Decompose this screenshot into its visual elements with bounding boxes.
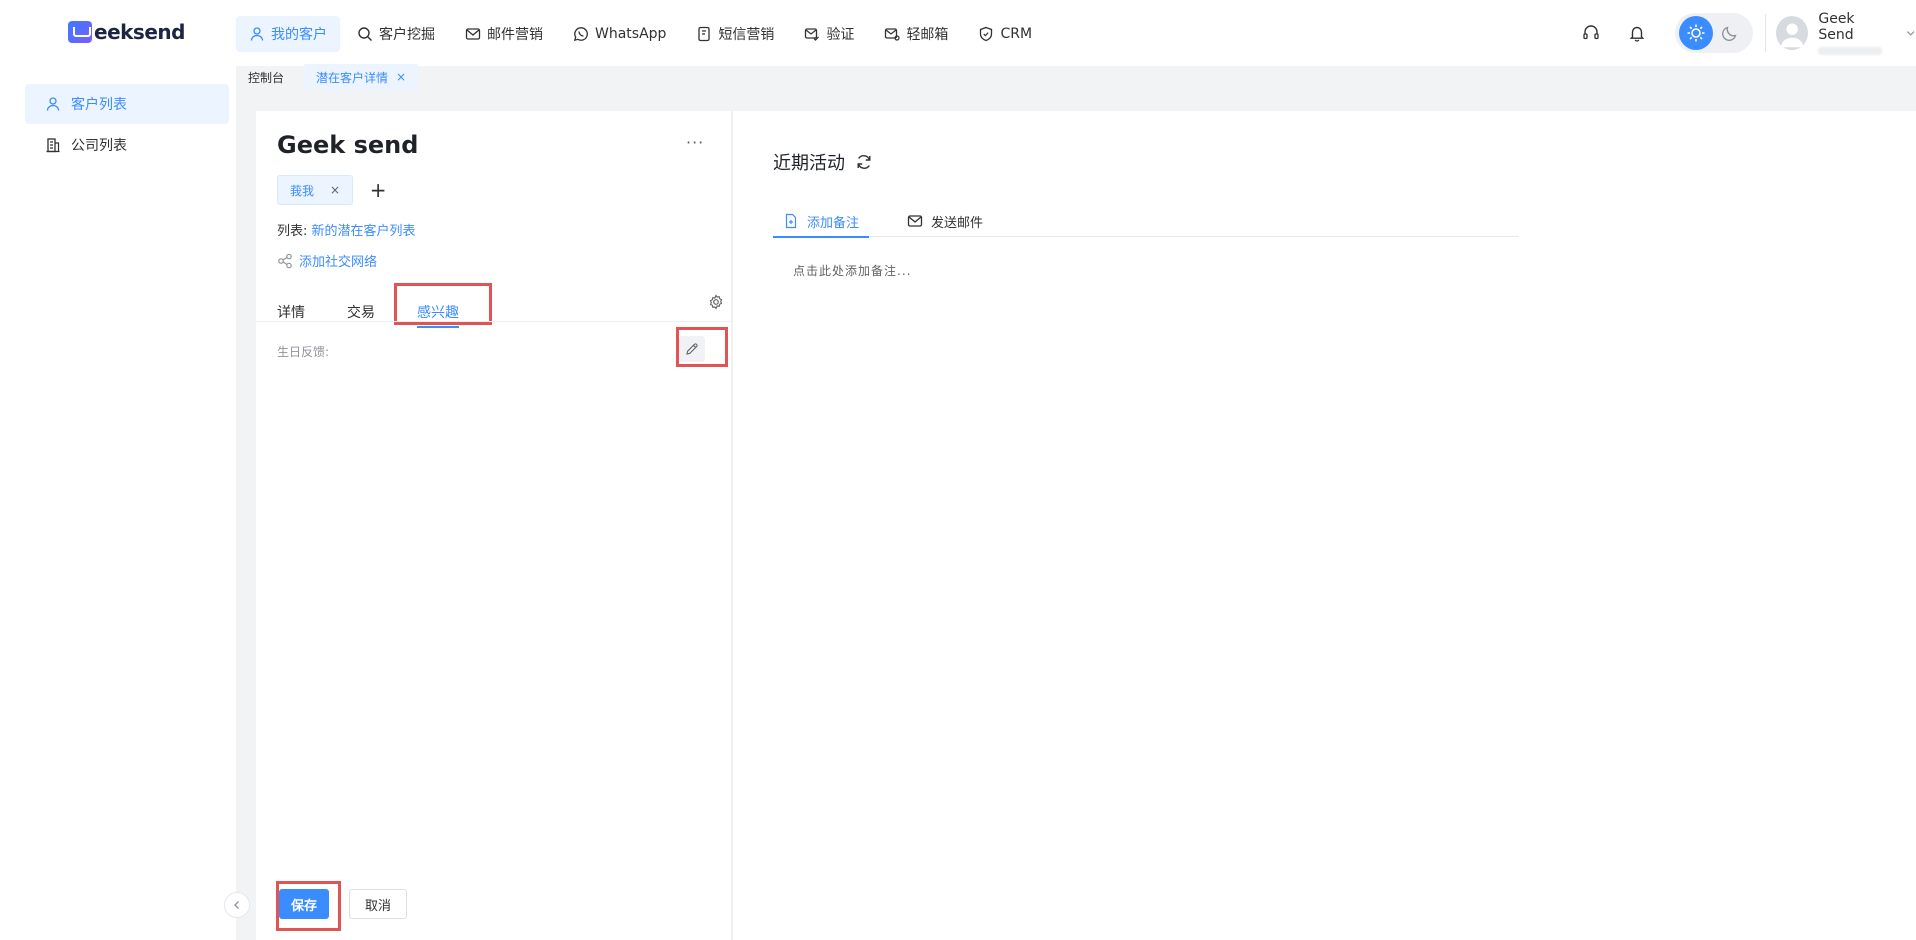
light-theme-button[interactable] [1679,16,1713,50]
tabs-divider [256,321,731,322]
tab-console[interactable]: 控制台 [236,64,296,90]
highlight-box [394,283,492,325]
sidebar-collapse-button[interactable] [224,892,250,918]
activity-panel: 近期活动 添加备注 发送邮件 点击此处添加备注... [733,111,1916,940]
mail-light-icon [885,28,901,41]
nav-label: 轻邮箱 [906,27,949,43]
theme-toggle[interactable] [1675,13,1753,53]
social-label: 添加社交网络 [299,255,378,270]
note-input[interactable]: 点击此处添加备注... [793,262,911,279]
logo-mail-icon [68,21,92,43]
nav-label: 我的客户 [271,27,327,43]
customer-tag: 莪我 × [277,175,354,205]
sms-icon [698,26,711,42]
user-name: Geek Send [1818,11,1855,43]
nav-item-customer-mining[interactable]: 客户挖掘 [344,16,448,52]
main-nav: 我的客户 客户挖掘 邮件营销 WhatsApp 短信营销 验证 轻邮箱 CRM [236,16,1049,52]
user-icon [46,97,60,111]
nav-item-whatsapp[interactable]: WhatsApp [560,16,679,52]
avatar-person-icon [1780,23,1804,48]
tag-remove-icon[interactable]: × [330,183,340,197]
tab-details[interactable]: 详情 [277,291,305,333]
avatar [1776,16,1809,50]
customer-detail-panel: Geek send ··· 莪我 × + 列表: 新的潜在客户列表 添加社交网络… [256,111,732,940]
notifications-button[interactable] [1621,17,1653,49]
tab-label: 添加备注 [807,215,860,231]
top-right-tools: Geek Send [1575,11,1916,55]
gear-icon[interactable] [708,294,724,310]
top-bar: eeksend 我的客户 客户挖掘 邮件营销 WhatsApp 短信营销 验证 [0,0,1916,66]
birthday-feedback-label: 生日反馈: [277,345,330,359]
chevron-down-icon [1906,31,1915,36]
refresh-icon[interactable] [855,153,873,171]
nav-label: 短信营销 [718,27,775,43]
mail-check-icon [805,28,820,41]
bell-icon [1629,26,1645,42]
moon-icon [1722,26,1737,41]
tab-add-note[interactable]: 添加备注 [773,205,870,238]
nav-label: 验证 [826,27,855,43]
add-social-link[interactable]: 添加社交网络 [277,251,377,270]
sidebar: 客户列表 公司列表 [0,66,236,940]
nav-item-crm[interactable]: CRM [965,16,1045,52]
tab-label: 控制台 [248,70,285,85]
whatsapp-icon [573,27,588,42]
nav-item-sms-marketing[interactable]: 短信营销 [683,16,787,52]
list-info: 列表: 新的潜在客户列表 [277,220,416,239]
user-menu[interactable]: Geek Send [1776,11,1916,55]
toolbar-divider [1765,14,1766,52]
activity-tabs: 添加备注 发送邮件 [773,205,1519,238]
tab-label: 潜在客户详情 [316,70,389,85]
nav-item-email-marketing[interactable]: 邮件营销 [452,16,556,52]
nav-label: WhatsApp [595,26,667,42]
share-icon [278,253,292,268]
shield-icon [980,26,993,42]
sidebar-item-label: 公司列表 [71,138,127,154]
tab-lead-detail[interactable]: 潜在客户详情 × [304,64,419,90]
user-email-redacted [1818,47,1883,55]
tab-label: 详情 [277,305,305,321]
mail-icon [465,28,481,40]
highlight-box [676,327,728,367]
search-icon [358,27,372,41]
brand-logo[interactable]: eeksend [68,20,185,44]
building-icon [46,138,60,153]
nav-label: 客户挖掘 [379,27,435,43]
sidebar-item-label: 客户列表 [71,97,127,113]
tab-deals[interactable]: 交易 [347,291,375,333]
nav-item-verify[interactable]: 验证 [791,16,867,52]
tab-label: 交易 [347,305,375,321]
highlight-box [276,881,341,931]
more-actions-button[interactable]: ··· [686,133,704,152]
list-link[interactable]: 新的潜在客户列表 [312,224,416,239]
sidebar-item-company-list[interactable]: 公司列表 [25,125,229,165]
customer-name: Geek send [277,131,419,159]
user-info: Geek Send [1818,11,1890,55]
logo-text: eeksend [94,20,185,44]
nav-label: CRM [1000,26,1033,42]
note-icon [785,213,797,229]
tag-row: 莪我 × + [277,175,393,205]
add-tag-button[interactable]: + [363,175,393,205]
page-tabs: 控制台 潜在客户详情 × [236,64,419,90]
activity-title: 近期活动 [773,149,873,175]
dark-theme-button[interactable] [1713,16,1747,50]
tab-send-email[interactable]: 发送邮件 [897,205,993,237]
chevron-left-icon [234,901,239,909]
cancel-button[interactable]: 取消 [349,889,407,919]
close-icon[interactable]: × [396,70,406,84]
sun-icon [1687,24,1705,42]
mail-icon [907,215,923,227]
user-icon [250,27,264,41]
activity-title-text: 近期活动 [773,153,845,174]
nav-label: 邮件营销 [487,27,543,43]
headset-icon [1583,25,1599,40]
tag-label: 莪我 [290,183,315,198]
list-label: 列表: [277,224,312,239]
nav-item-my-customers[interactable]: 我的客户 [236,16,340,52]
sidebar-item-customer-list[interactable]: 客户列表 [25,84,229,124]
tab-label: 发送邮件 [931,215,984,231]
nav-item-light-mailbox[interactable]: 轻邮箱 [871,16,961,52]
support-button[interactable] [1575,17,1607,49]
